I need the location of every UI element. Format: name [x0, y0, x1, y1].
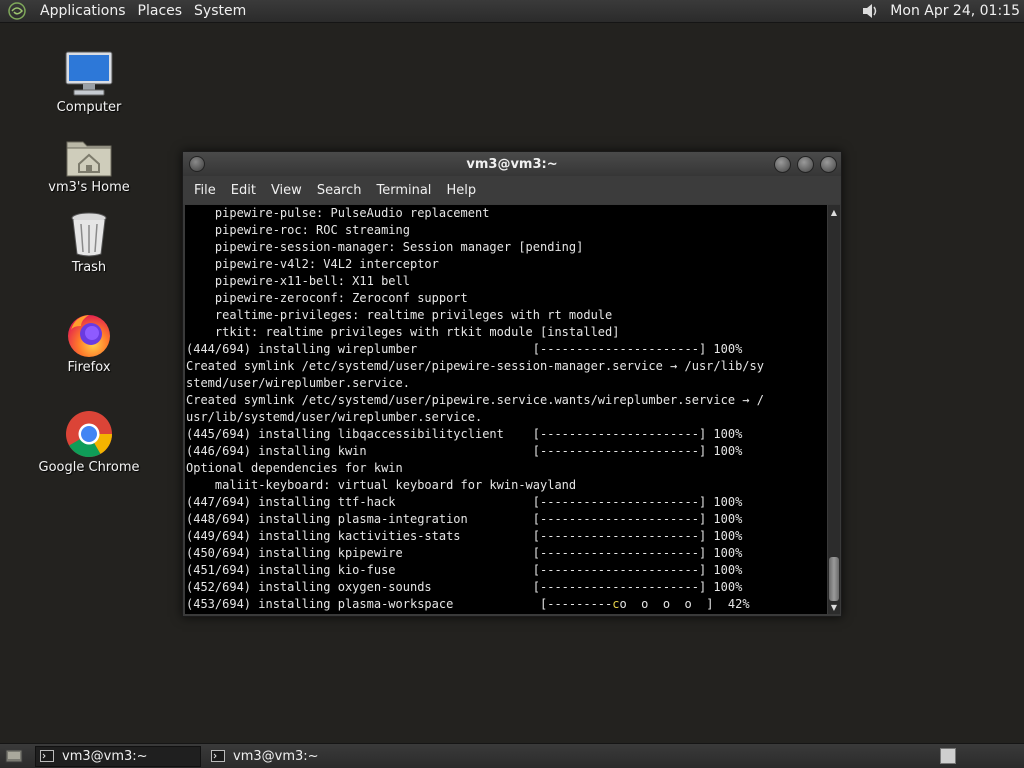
desktop-icon-chrome[interactable]: Google Chrome: [34, 406, 144, 475]
minimize-button[interactable]: [774, 156, 791, 173]
scroll-up-arrow-icon[interactable]: ▲: [829, 207, 839, 217]
terminal-line: pipewire-zeroconf: Zeroconf support: [186, 291, 468, 305]
desktop-icon-label: Google Chrome: [38, 460, 140, 475]
clock[interactable]: Mon Apr 24, 01:15: [890, 3, 1024, 19]
terminal-scrollbar[interactable]: ▲ ▼: [828, 205, 840, 614]
desktop-icon-label: Computer: [56, 100, 122, 115]
terminal-line: (448/694) installing plasma-integration …: [186, 512, 743, 526]
terminal-line: pipewire-v4l2: V4L2 interceptor: [186, 257, 439, 271]
terminal-icon: [40, 750, 54, 762]
terminal-line: usr/lib/systemd/user/wireplumber.service…: [186, 410, 483, 424]
home-folder-icon: [66, 141, 112, 177]
firefox-icon: [68, 315, 110, 357]
terminal-line: Optional dependencies for kwin: [186, 461, 403, 475]
scroll-down-arrow-icon[interactable]: ▼: [829, 602, 839, 612]
window-title: vm3@vm3:~: [466, 156, 558, 172]
terminal-line: pipewire-pulse: PulseAudio replacement: [186, 206, 490, 220]
terminal-line: (452/694) installing oxygen-sounds [----…: [186, 580, 743, 594]
terminal-line: Created symlink /etc/systemd/user/pipewi…: [186, 359, 764, 373]
terminal-line: pipewire-roc: ROC streaming: [186, 223, 410, 237]
desktop-icon-firefox[interactable]: Firefox: [34, 306, 144, 375]
terminal-window[interactable]: vm3@vm3:~ File Edit View Search Terminal…: [182, 151, 842, 617]
desktop-icon-computer[interactable]: Computer: [34, 46, 144, 115]
menu-edit[interactable]: Edit: [226, 183, 266, 198]
close-button[interactable]: [820, 156, 837, 173]
window-titlebar[interactable]: vm3@vm3:~: [183, 152, 841, 176]
pacman-cursor: c: [612, 597, 620, 611]
terminal-line: (446/694) installing kwin [-------------…: [186, 444, 743, 458]
terminal-line-current: (453/694) installing plasma-workspace [-…: [186, 596, 827, 613]
chrome-icon: [66, 411, 112, 457]
places-menu[interactable]: Places: [132, 3, 189, 19]
terminal-line: (449/694) installing kactivities-stats […: [186, 529, 743, 543]
progress-prefix: (453/694) installing plasma-workspace [-…: [186, 597, 613, 611]
trash-icon: [71, 212, 107, 257]
terminal-line: realtime-privileges: realtime privileges…: [186, 308, 613, 322]
terminal-line: (445/694) installing libqaccessibilitycl…: [186, 427, 743, 441]
scrollbar-thumb[interactable]: [829, 557, 839, 601]
terminal-menubar: File Edit View Search Terminal Help: [183, 176, 841, 204]
terminal-line: (451/694) installing kio-fuse [---------…: [186, 563, 743, 577]
desktop-icon-label: Trash: [71, 260, 107, 275]
volume-icon[interactable]: [860, 1, 882, 21]
taskbar-item-label: vm3@vm3:~: [233, 748, 319, 764]
terminal-line: maliit-keyboard: virtual keyboard for kw…: [186, 478, 577, 492]
terminal-icon: [211, 750, 225, 762]
applications-menu[interactable]: Applications: [34, 3, 132, 19]
terminal-line: (444/694) installing wireplumber [------…: [186, 342, 743, 356]
terminal-line: stemd/user/wireplumber.service.: [186, 376, 410, 390]
progress-suffix: o o o o ] 42%: [619, 597, 750, 611]
terminal-line: (450/694) installing kpipewire [--------…: [186, 546, 743, 560]
top-panel: Applications Places System Mon Apr 24, 0…: [0, 0, 1024, 23]
menu-file[interactable]: File: [189, 183, 226, 198]
show-desktop-icon[interactable]: [3, 746, 25, 766]
taskbar-item-label: vm3@vm3:~: [62, 748, 148, 764]
system-menu[interactable]: System: [188, 3, 252, 19]
terminal-line: rtkit: realtime privileges with rtkit mo…: [186, 325, 620, 339]
bottom-panel: vm3@vm3:~ vm3@vm3:~: [0, 743, 1024, 768]
workspace-switcher[interactable]: [940, 748, 956, 764]
taskbar-item-terminal-2[interactable]: vm3@vm3:~: [207, 746, 373, 767]
terminal-line: Created symlink /etc/systemd/user/pipewi…: [186, 393, 764, 407]
maximize-button[interactable]: [797, 156, 814, 173]
terminal-line: pipewire-session-manager: Session manage…: [186, 240, 584, 254]
terminal-line: (447/694) installing ttf-hack [---------…: [186, 495, 743, 509]
taskbar-item-terminal-1[interactable]: vm3@vm3:~: [35, 745, 201, 767]
terminal-output[interactable]: pipewire-pulse: PulseAudio replacement p…: [185, 205, 827, 614]
distro-logo-icon[interactable]: [6, 1, 28, 21]
menu-help[interactable]: Help: [441, 183, 486, 198]
menu-search[interactable]: Search: [312, 183, 372, 198]
desktop-icon-home[interactable]: vm3's Home: [34, 126, 144, 195]
terminal-line: pipewire-x11-bell: X11 bell: [186, 274, 410, 288]
desktop-icon-label: Firefox: [67, 360, 111, 375]
menu-view[interactable]: View: [266, 183, 312, 198]
desktop-icon-label: vm3's Home: [48, 180, 130, 195]
desktop-icon-trash[interactable]: Trash: [34, 206, 144, 275]
window-menu-icon[interactable]: [189, 156, 205, 172]
computer-icon: [65, 51, 113, 96]
menu-terminal[interactable]: Terminal: [371, 183, 441, 198]
